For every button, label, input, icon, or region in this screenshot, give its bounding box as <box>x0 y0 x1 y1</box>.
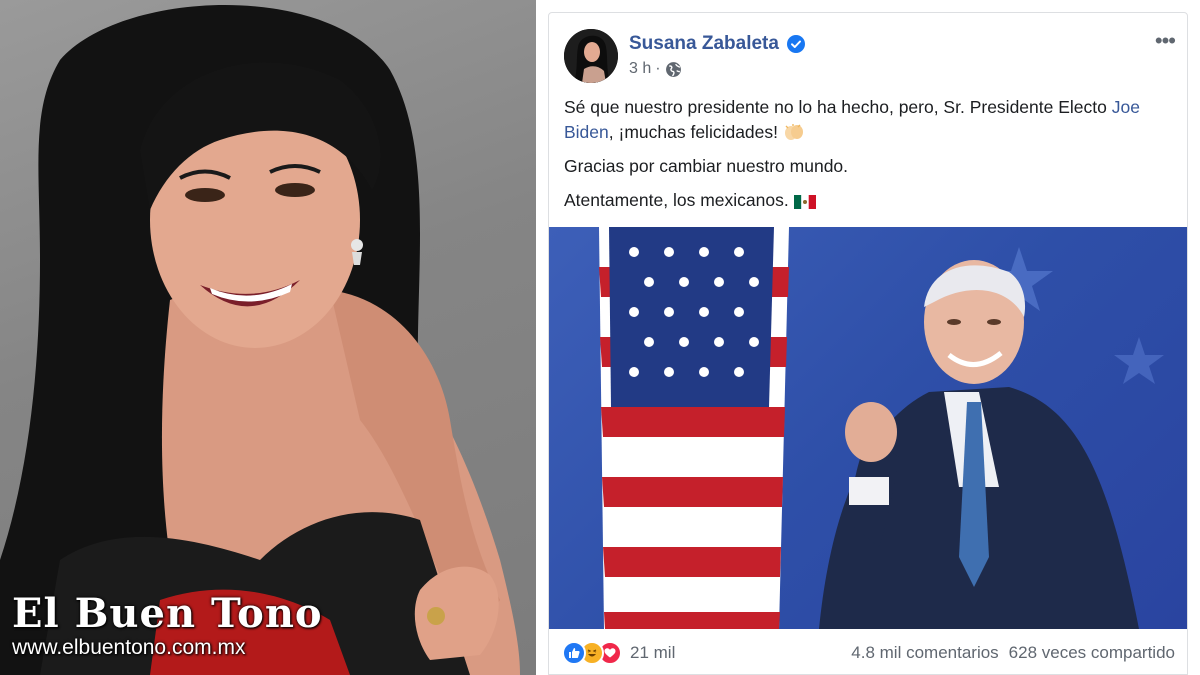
portrait-photo: El Buen Tono www.elbuentono.com.mx <box>0 0 536 675</box>
engagement-stats: 4.8 mil comentarios 628 veces compartido <box>851 643 1175 663</box>
post-paragraph-1: Sé que nuestro presidente no lo ha hecho… <box>564 95 1174 145</box>
like-icon <box>562 640 586 665</box>
reaction-icons <box>562 640 622 665</box>
reactions-count: 21 mil <box>630 642 676 662</box>
reactions-bar: 21 mil 4.8 mil comentarios 628 veces com… <box>549 629 1187 674</box>
watermark: El Buen Tono www.elbuentono.com.mx <box>12 592 323 660</box>
meta-separator: · <box>655 60 661 77</box>
post-photo[interactable] <box>549 227 1187 629</box>
verified-badge-icon <box>787 35 805 53</box>
post-paragraph-3: Atentamente, los mexicanos. <box>564 188 1174 213</box>
mexico-flag-emoji <box>793 195 816 209</box>
clapping-hands-emoji <box>784 124 803 140</box>
post-paragraph-2: Gracias por cambiar nuestro mundo. <box>564 156 849 176</box>
author-avatar[interactable] <box>564 29 618 83</box>
post-meta: 3 h · <box>629 60 682 78</box>
post-text-part: , ¡muchas felicidades! <box>608 122 783 142</box>
post-photo-illustration <box>599 227 1164 629</box>
reactions-summary[interactable]: 21 mil <box>562 640 676 665</box>
us-flag <box>599 227 789 629</box>
portrait-illustration <box>0 5 520 675</box>
post-text-part: Sé que nuestro presidente no lo ha hecho… <box>564 97 1112 117</box>
post-timestamp[interactable]: 3 h <box>629 60 651 78</box>
post-text: Sé que nuestro presidente no lo ha hecho… <box>564 95 1174 222</box>
post-header: Susana Zabaleta 3 h · ••• <box>549 13 1187 91</box>
watermark-title: El Buen Tono <box>12 590 323 637</box>
author-name[interactable]: Susana Zabaleta <box>629 33 779 55</box>
shares-count-link[interactable]: 628 veces compartido <box>1009 643 1175 663</box>
comments-count-link[interactable]: 4.8 mil comentarios <box>851 643 998 663</box>
more-options-icon[interactable]: ••• <box>1155 30 1176 52</box>
watermark-url: www.elbuentono.com.mx <box>12 636 246 659</box>
avatar-image <box>564 29 618 83</box>
post-text-part: Atentamente, los mexicanos. <box>564 190 794 210</box>
facebook-post-card: Susana Zabaleta 3 h · ••• Sé que nuestro… <box>548 12 1188 675</box>
globe-icon[interactable] <box>665 61 682 78</box>
